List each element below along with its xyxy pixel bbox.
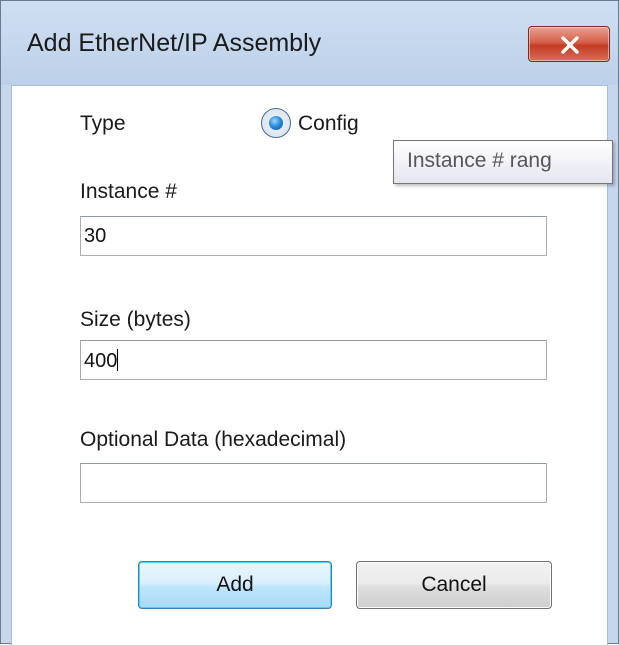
- size-label: Size (bytes): [80, 308, 191, 331]
- window-title: Add EtherNet/IP Assembly: [27, 29, 322, 57]
- dialog-window: Add EtherNet/IP Assembly Type Config Ins…: [0, 0, 619, 645]
- size-value: 400: [84, 350, 118, 372]
- text-caret: [117, 349, 119, 371]
- config-radio-label[interactable]: Config: [298, 112, 359, 136]
- config-radio[interactable]: [261, 108, 291, 138]
- optional-data-field[interactable]: [80, 463, 547, 503]
- cancel-button[interactable]: Cancel: [356, 561, 552, 609]
- close-icon: [561, 36, 579, 54]
- title-bar[interactable]: Add EtherNet/IP Assembly: [1, 1, 618, 85]
- instance-field[interactable]: 30: [80, 216, 547, 256]
- instance-label: Instance #: [80, 180, 177, 203]
- optional-data-label: Optional Data (hexadecimal): [80, 428, 347, 451]
- tooltip-text: Instance # rang: [407, 149, 552, 172]
- instance-value: 30: [84, 225, 107, 247]
- add-button[interactable]: Add: [138, 561, 332, 609]
- instance-range-tooltip: Instance # rang: [393, 140, 613, 184]
- close-button[interactable]: [528, 26, 610, 62]
- radio-selected-dot: [269, 116, 283, 130]
- size-field[interactable]: 400: [80, 340, 547, 380]
- type-label: Type: [80, 112, 126, 135]
